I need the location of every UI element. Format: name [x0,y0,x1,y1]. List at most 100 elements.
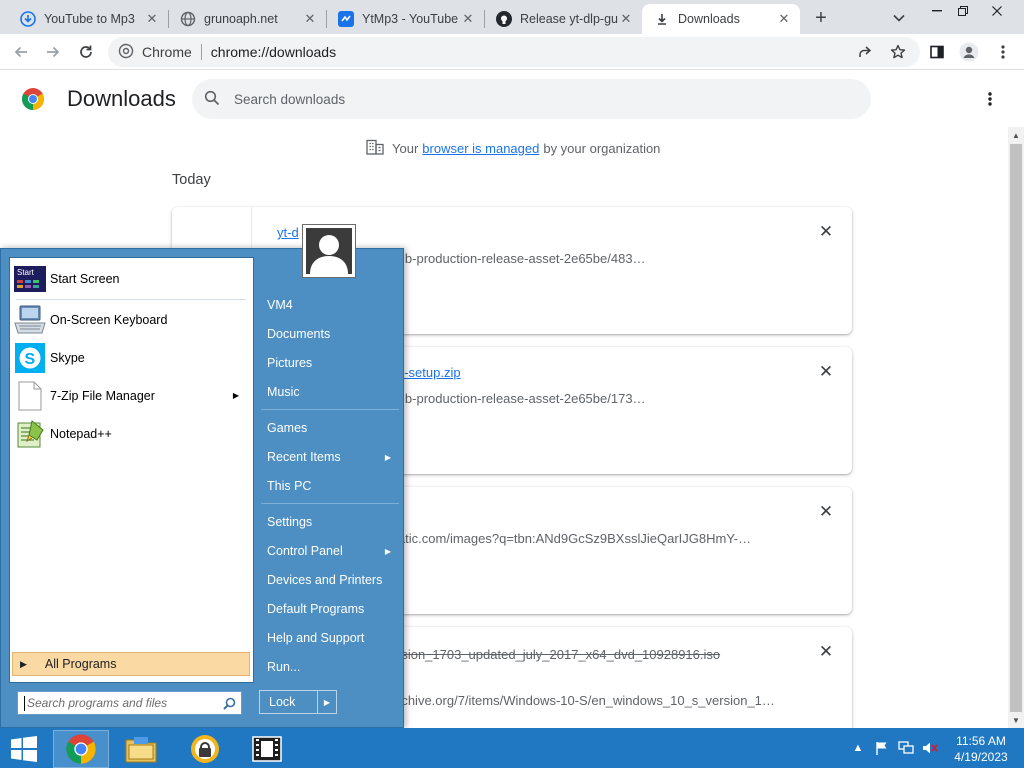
user-avatar[interactable] [302,224,356,278]
page-scrollbar[interactable]: ▲ ▼ [1008,127,1024,728]
on-screen-keyboard-item[interactable]: On-Screen Keyboard [14,303,249,337]
start-search-input[interactable]: Search programs and files [17,691,242,715]
chrome-logo-icon [21,87,45,111]
start-screen-icon: Start [14,263,46,295]
restore-icon[interactable] [946,0,980,22]
lock-options-arrow-icon[interactable]: ▶ [318,698,336,707]
managed-prefix: Your [392,141,419,156]
volume-muted-icon[interactable] [922,740,938,756]
tab-downloads[interactable]: Downloads ✕ [642,4,800,34]
download-source-url[interactable]: .gstatic.com/images?q=tbn:ANd9GcSz9BXssl… [377,531,937,546]
share-icon[interactable] [852,37,878,67]
chrome-menu-icon[interactable] [990,40,1016,64]
taskbar-chrome-icon[interactable] [53,730,109,768]
download-source-url[interactable]: rchive.org/7/items/Windows-10-S/en_windo… [397,693,817,708]
skype-item[interactable]: S Skype [14,341,249,375]
remove-download-close-icon[interactable]: ✕ [817,642,835,661]
remove-download-close-icon[interactable]: ✕ [817,222,835,241]
start-link-music[interactable]: Music [259,379,399,405]
start-link-control-panel[interactable]: Control Panel ▶ [259,538,399,564]
profile-avatar-icon[interactable] [956,40,982,64]
bookmark-star-icon[interactable] [885,37,911,67]
close-icon[interactable]: ✕ [618,11,634,27]
start-link-pictures[interactable]: Pictures [259,350,399,376]
section-heading-today: Today [172,172,211,188]
search-icon [204,90,220,109]
tab-release-yt-dlp[interactable]: Release yt-dlp-gu ✕ [484,4,642,34]
start-link-documents[interactable]: Documents [259,321,399,347]
close-icon[interactable]: ✕ [144,11,160,27]
github-icon [496,11,512,27]
start-link-vm4[interactable]: VM4 [259,292,399,318]
tab-grunoaph[interactable]: grunoaph.net ✕ [168,4,326,34]
search-downloads-input[interactable]: Search downloads [192,79,871,119]
scroll-down-arrow-icon[interactable]: ▼ [1008,712,1024,728]
more-actions-icon[interactable] [979,88,1001,110]
scroll-thumb[interactable] [1010,144,1022,712]
menu-item-label: Notepad++ [50,427,112,441]
network-icon[interactable] [898,740,914,756]
remove-download-close-icon[interactable]: ✕ [817,502,835,521]
taskbar-vpn-icon[interactable] [177,730,233,768]
building-icon [366,139,384,158]
menu-item-label: Recent Items [267,450,341,464]
remove-download-close-icon[interactable]: ✕ [817,362,835,381]
notepad-plus-plus-item[interactable]: Notepad++ [14,417,249,451]
lock-button[interactable]: Lock ▶ [259,690,337,714]
browser-managed-link[interactable]: browser is managed [422,141,539,156]
ytmp3-icon [338,11,354,27]
address-bar[interactable]: Chrome chrome://downloads [108,37,920,67]
tab-title: Downloads [678,12,740,26]
search-placeholder: Search downloads [234,91,346,107]
tab-title: Release yt-dlp-gu [520,12,618,26]
start-link-this-pc[interactable]: This PC [259,473,399,499]
close-icon[interactable]: ✕ [460,11,476,27]
tab-search-chevron-icon[interactable] [886,6,912,30]
notepad-icon [14,418,46,450]
all-programs-label: All Programs [44,657,117,671]
all-programs-button[interactable]: ▶ All Programs [12,652,250,676]
scroll-up-arrow-icon[interactable]: ▲ [1008,127,1024,143]
download-filename-link[interactable]: yt-d [277,225,299,240]
7zip-file-manager-item[interactable]: 7-Zip File Manager ▶ [14,379,249,413]
start-menu: Start Start Screen On-Screen Keyboard S … [0,224,404,728]
menu-item-label: Control Panel [267,544,343,558]
start-link-run[interactable]: Run... [259,654,399,680]
new-tab-button[interactable]: + [808,5,834,31]
reload-icon[interactable] [73,40,99,64]
tab-youtube-to-mp3[interactable]: YouTube to Mp3 ✕ [8,4,168,34]
start-link-help-and-support[interactable]: Help and Support [259,625,399,651]
start-menu-programs-pane: Start Start Screen On-Screen Keyboard S … [9,257,254,683]
start-screen-item[interactable]: Start Start Screen [14,262,249,296]
tab-ytmp3[interactable]: YtMp3 - YouTube ✕ [326,4,484,34]
download-circle-icon [20,11,36,27]
start-link-default-programs[interactable]: Default Programs [259,596,399,622]
download-filename-link[interactable]: n-setup.zip [397,365,461,380]
start-link-devices-and-printers[interactable]: Devices and Printers [259,567,399,593]
back-arrow-icon[interactable] [8,40,34,64]
taskbar-video-player-icon[interactable] [239,730,295,768]
forward-arrow-icon[interactable] [40,40,66,64]
start-link-games[interactable]: Games [259,415,399,441]
action-center-flag-icon[interactable] [874,740,890,756]
managed-notice: Your browser is managed by your organiza… [366,139,660,158]
close-icon[interactable]: ✕ [302,11,318,27]
start-link-settings[interactable]: Settings [259,509,399,535]
submenu-arrow-icon: ▶ [384,546,391,556]
text-cursor [24,695,25,711]
show-hidden-icons-chevron-icon[interactable]: ▲ [850,740,866,756]
windows-start-icon[interactable] [4,732,44,766]
managed-suffix: by your organization [543,141,661,156]
expand-triangle-icon: ▶ [20,658,27,669]
taskbar-file-explorer-icon[interactable] [113,730,169,768]
globe-icon [180,11,196,27]
download-icon [654,11,670,27]
side-panel-icon[interactable] [924,40,950,64]
download-filename-cancelled: rsion_1703_updated_july_2017_x64_dvd_109… [397,647,721,662]
search-icon[interactable] [223,697,236,710]
close-window-icon[interactable] [980,0,1014,22]
tab-strip: YouTube to Mp3 ✕ grunoaph.net ✕ YtMp3 - … [0,0,1024,34]
close-icon[interactable]: ✕ [776,11,792,27]
system-clock[interactable]: 11:56 AM 4/19/2023 [946,733,1016,765]
start-link-recent-items[interactable]: Recent Items ▶ [259,444,399,470]
